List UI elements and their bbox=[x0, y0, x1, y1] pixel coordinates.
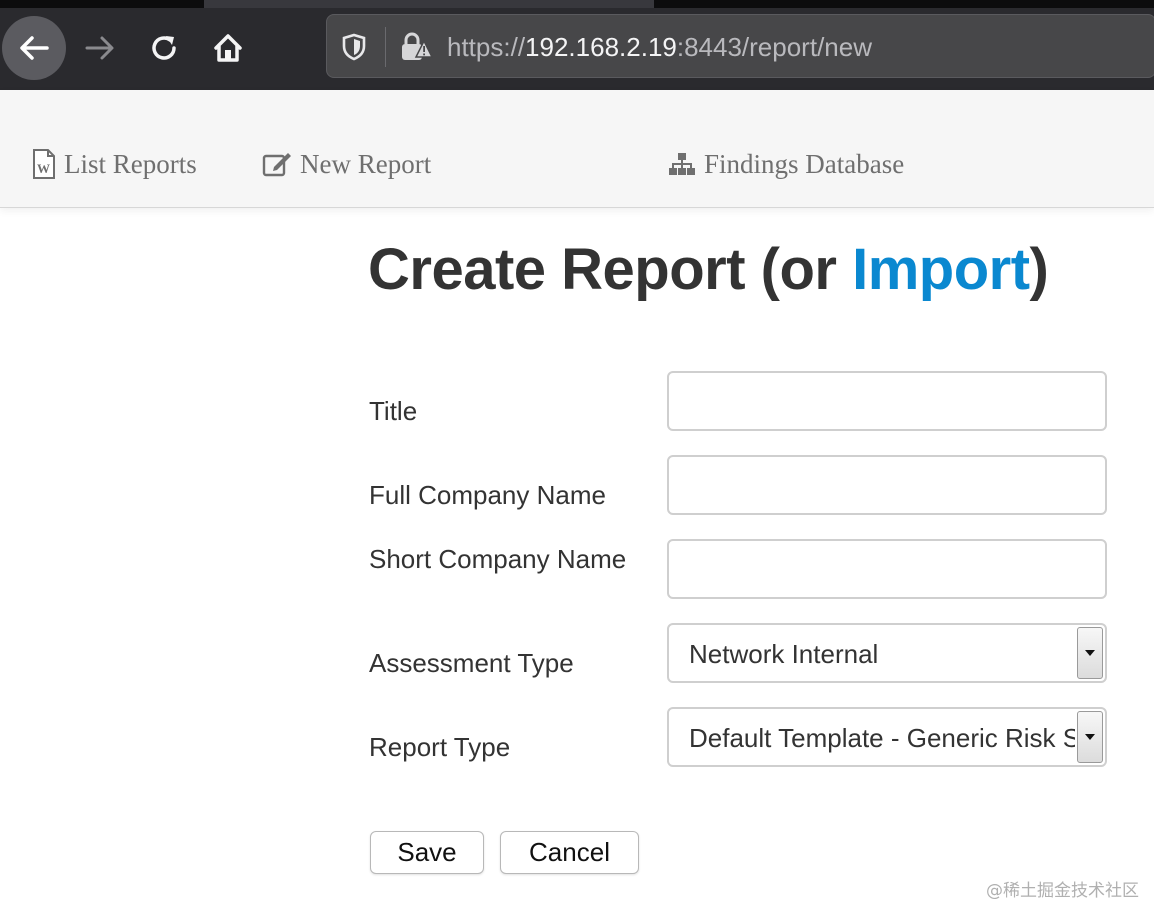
assessment-type-dropdown-button[interactable] bbox=[1077, 627, 1103, 679]
back-arrow-icon bbox=[20, 36, 49, 60]
assessment-type-value: Network Internal bbox=[689, 639, 879, 669]
report-type-select[interactable]: Default Template - Generic Risk Scoring bbox=[667, 707, 1107, 767]
caret-down-icon bbox=[1085, 650, 1095, 656]
page-title-prefix: Create Report (or bbox=[368, 237, 853, 302]
title-label: Title bbox=[369, 396, 418, 426]
nav-new-report[interactable]: New Report bbox=[262, 146, 431, 182]
full-company-name-label: Full Company Name bbox=[369, 480, 606, 510]
report-type-label: Report Type bbox=[369, 732, 511, 762]
svg-text:W: W bbox=[37, 161, 50, 176]
sitemap-icon bbox=[668, 152, 696, 176]
short-company-name-input[interactable] bbox=[667, 539, 1107, 599]
import-link[interactable]: Import bbox=[852, 237, 1030, 302]
full-company-name-input[interactable] bbox=[667, 455, 1107, 515]
report-type-dropdown-button[interactable] bbox=[1077, 711, 1103, 763]
nav-findings-database[interactable]: Findings Database bbox=[668, 146, 904, 182]
word-document-icon: W bbox=[32, 149, 56, 179]
tab-strip bbox=[0, 0, 1154, 8]
insecure-lock-icon[interactable] bbox=[399, 31, 433, 63]
nav-list-reports-label: List Reports bbox=[64, 148, 197, 179]
shield-icon[interactable] bbox=[341, 33, 367, 61]
assessment-type-select[interactable]: Network Internal bbox=[667, 623, 1107, 683]
url-path: :8443/report/new bbox=[676, 32, 872, 62]
page-title-suffix: ) bbox=[1029, 237, 1049, 302]
watermark: @稀土掘金技术社区 bbox=[986, 881, 1139, 901]
home-button[interactable] bbox=[196, 16, 260, 80]
report-type-value: Default Template - Generic Risk Scoring bbox=[689, 723, 1075, 753]
forward-arrow-icon bbox=[85, 36, 114, 60]
reload-button[interactable] bbox=[132, 16, 196, 80]
app-navbar: W List Reports New Report Findings Datab… bbox=[0, 90, 1154, 208]
nav-new-report-label: New Report bbox=[300, 148, 432, 179]
active-tab[interactable] bbox=[204, 0, 654, 8]
address-divider bbox=[385, 27, 386, 67]
browser-toolbar: https://192.168.2.19:8443/report/new bbox=[0, 0, 1154, 90]
save-button[interactable]: Save bbox=[370, 831, 484, 874]
nav-list-reports[interactable]: W List Reports bbox=[32, 146, 197, 182]
nav-findings-database-label: Findings Database bbox=[704, 148, 905, 179]
url-text[interactable]: https://192.168.2.19:8443/report/new bbox=[447, 31, 872, 63]
cancel-button[interactable]: Cancel bbox=[500, 831, 639, 874]
address-bar[interactable]: https://192.168.2.19:8443/report/new bbox=[326, 14, 1154, 78]
url-scheme: https:// bbox=[447, 32, 526, 62]
assessment-type-label: Assessment Type bbox=[369, 648, 574, 678]
url-host: 192.168.2.19 bbox=[525, 32, 677, 62]
home-icon bbox=[214, 34, 242, 62]
title-input[interactable] bbox=[667, 371, 1107, 431]
caret-down-icon bbox=[1085, 734, 1095, 740]
forward-button[interactable] bbox=[68, 16, 132, 80]
short-company-name-label: Short Company Name bbox=[369, 544, 627, 574]
reload-icon bbox=[152, 36, 176, 60]
edit-icon bbox=[262, 151, 292, 177]
page-title: Create Report (or Import) bbox=[368, 236, 1049, 303]
back-button[interactable] bbox=[2, 16, 66, 80]
